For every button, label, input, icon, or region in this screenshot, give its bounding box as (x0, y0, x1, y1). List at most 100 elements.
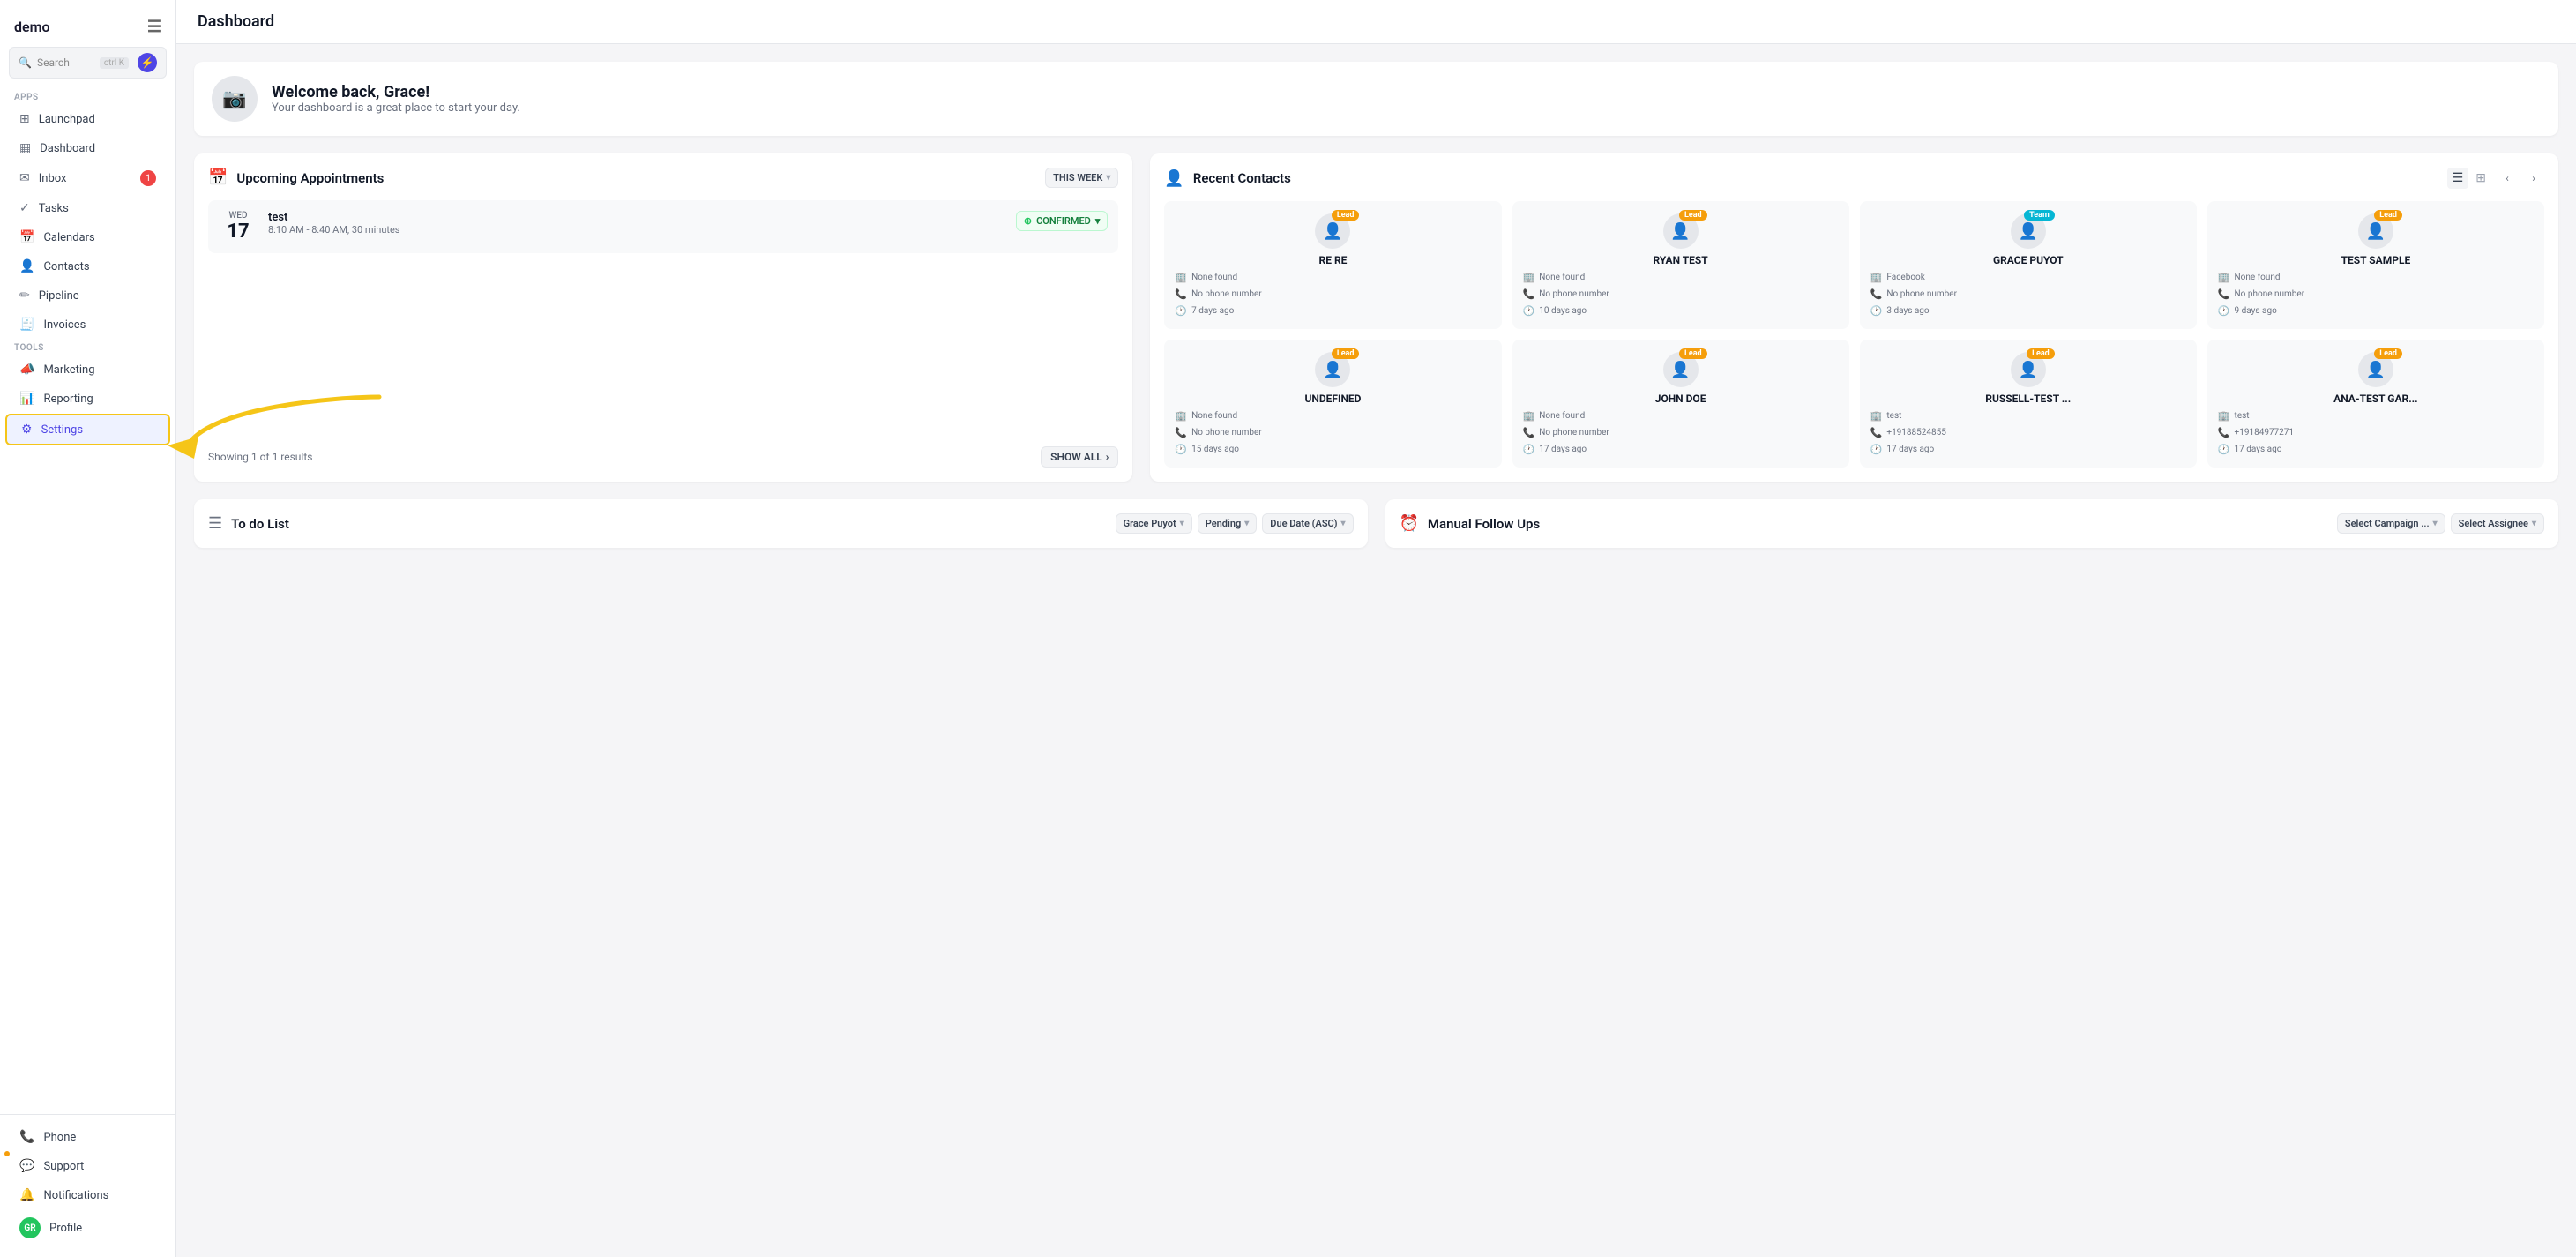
sidebar-item-marketing[interactable]: 📣 Marketing (5, 355, 170, 384)
chevron-down-icon: ▾ (2433, 519, 2438, 528)
sort-filter[interactable]: Due Date (ASC) ▾ (1262, 513, 1353, 534)
contact-phone: 📞 +19184977271 (2218, 427, 2534, 438)
hamburger-icon[interactable]: ☰ (147, 18, 161, 36)
todo-filters: Grace Puyot ▾ Pending ▾ Due Date (ASC) ▾ (1116, 513, 1354, 534)
sidebar-item-label: Support (43, 1160, 84, 1173)
contacts-next-button[interactable]: › (2523, 168, 2544, 189)
dashboard-icon: ▦ (19, 141, 31, 155)
lightning-icon[interactable]: ⚡ (138, 53, 157, 72)
building-icon: 🏢 (1870, 410, 1883, 422)
sidebar-item-phone[interactable]: 📞 Phone (5, 1123, 170, 1151)
sidebar-item-label: Notifications (43, 1189, 108, 1202)
contact-card-anatest[interactable]: 👤 Lead ANA-TEST GAR... 🏢 test 📞 +1918497… (2207, 340, 2544, 468)
status-label: Pending (1206, 518, 1242, 529)
phone-icon: 📞 (1870, 427, 1883, 438)
assignee-label: Select Assignee (2459, 518, 2528, 529)
campaign-filter[interactable]: Select Campaign ... ▾ (2337, 513, 2445, 534)
main-grid-row: 📅 Upcoming Appointments THIS WEEK ▾ WED … (194, 153, 2558, 482)
contact-card-russelltest[interactable]: 👤 Lead RUSSELL-TEST ... 🏢 test 📞 +191885… (1860, 340, 2197, 468)
inbox-badge: 1 (140, 170, 156, 186)
sidebar-item-label: Reporting (43, 393, 93, 406)
clock-icon: 🕐 (2218, 444, 2230, 455)
appointments-actions: THIS WEEK ▾ (1045, 168, 1118, 188)
phone-value: +19188524855 (1886, 428, 1946, 438)
tasks-icon: ✓ (19, 201, 30, 215)
contact-company: 🏢 Facebook (1870, 272, 2186, 283)
contact-avatar-wrap: 👤 Lead (1315, 213, 1350, 249)
contacts-prev-button[interactable]: ‹ (2497, 168, 2518, 189)
support-icon: 💬 (19, 1159, 34, 1173)
contact-card-testsample[interactable]: 👤 Lead TEST SAMPLE 🏢 None found 📞 No pho… (2207, 201, 2544, 329)
contact-name: UNDEFINED (1304, 393, 1361, 405)
sidebar-item-notifications[interactable]: 🔔 Notifications (5, 1181, 170, 1209)
phone-icon: 📞 (19, 1130, 34, 1144)
contacts-header-actions: ☰ ⊞ ‹ › (2447, 168, 2544, 189)
sidebar-item-reporting[interactable]: 📊 Reporting (5, 385, 170, 413)
this-week-filter[interactable]: THIS WEEK ▾ (1045, 168, 1118, 188)
chevron-down-icon: ▾ (2532, 519, 2536, 528)
time-value: 9 days ago (2235, 306, 2277, 316)
notifications-icon: 🔔 (19, 1188, 34, 1202)
sidebar-item-pipeline[interactable]: ✏ Pipeline (5, 281, 170, 310)
sidebar-item-invoices[interactable]: 🧾 Invoices (5, 311, 170, 339)
show-all-button[interactable]: SHOW ALL › (1041, 446, 1118, 468)
page-title: Dashboard (198, 12, 274, 31)
search-icon: 🔍 (19, 56, 32, 69)
building-icon: 🏢 (1523, 410, 1535, 422)
contact-company: 🏢 None found (1175, 410, 1490, 422)
list-view-button[interactable]: ☰ (2447, 168, 2469, 189)
contact-time: 🕐 15 days ago (1175, 444, 1490, 455)
chevron-down-icon: ▾ (1106, 173, 1110, 183)
campaign-label: Select Campaign ... (2345, 518, 2430, 529)
contact-card-ryantest[interactable]: 👤 Lead RYAN TEST 🏢 None found 📞 No phone… (1512, 201, 1849, 329)
sidebar-item-label: Phone (43, 1131, 76, 1144)
sidebar-item-settings[interactable]: ⚙ Settings (5, 414, 170, 445)
welcome-avatar: 📷 (212, 76, 258, 122)
welcome-subtitle: Your dashboard is a great place to start… (272, 101, 520, 115)
sidebar-item-dashboard[interactable]: ▦ Dashboard (5, 134, 170, 162)
invoices-icon: 🧾 (19, 318, 34, 332)
contact-name: RYAN TEST (1653, 254, 1707, 266)
status-filter[interactable]: Pending ▾ (1198, 513, 1258, 534)
appointment-status[interactable]: ⊕ CONFIRMED ▾ (1016, 211, 1109, 231)
calendar-icon: 📅 (208, 168, 228, 187)
sidebar-item-inbox[interactable]: ✉ Inbox 1 (5, 163, 170, 193)
contacts-grid: 👤 Lead RE RE 🏢 None found 📞 No phone num… (1164, 201, 2544, 468)
search-bar[interactable]: 🔍 Search ctrl K ⚡ (9, 47, 167, 79)
time-value: 10 days ago (1539, 306, 1587, 316)
sidebar-item-launchpad[interactable]: ⊞ Launchpad (5, 105, 170, 133)
contact-name: RE RE (1319, 254, 1348, 266)
assignee-filter[interactable]: Select Assignee ▾ (2451, 513, 2544, 534)
apps-section: Apps ⊞ Launchpad ▦ Dashboard ✉ Inbox 1 ✓… (0, 89, 175, 340)
follow-ups-title: Manual Follow Ups (1428, 516, 1540, 532)
contact-card-gracepuyot[interactable]: 👤 Team GRACE PUYOT 🏢 Facebook 📞 No phone… (1860, 201, 2197, 329)
contact-card-undefined[interactable]: 👤 Lead UNDEFINED 🏢 None found 📞 No phone… (1164, 340, 1501, 468)
show-all-label: SHOW ALL (1050, 451, 1102, 463)
sidebar-item-label: Profile (49, 1222, 82, 1235)
contact-badge-lead: Lead (1679, 348, 1707, 359)
appointment-info: test 8:10 AM - 8:40 AM, 30 minutes (268, 211, 1005, 236)
contact-card-johndoe[interactable]: 👤 Lead JOHN DOE 🏢 None found 📞 No phone … (1512, 340, 1849, 468)
sidebar-item-profile[interactable]: GR Profile (5, 1210, 170, 1246)
chevron-right-icon: › (1106, 451, 1109, 463)
contact-company: 🏢 test (2218, 410, 2534, 422)
building-icon: 🏢 (2218, 410, 2230, 422)
contact-time: 🕐 17 days ago (1523, 444, 1839, 455)
sidebar-item-tasks[interactable]: ✓ Tasks (5, 194, 170, 222)
contact-badge-lead: Lead (2374, 348, 2402, 359)
clock-icon: 🕐 (1870, 444, 1883, 455)
assignee-filter[interactable]: Grace Puyot ▾ (1116, 513, 1192, 534)
sidebar-item-support[interactable]: 💬 Support (5, 1152, 170, 1180)
main-body: 📷 Welcome back, Grace! Your dashboard is… (176, 44, 2576, 1257)
grid-view-button[interactable]: ⊞ (2470, 168, 2491, 189)
contacts-section-icon: 👤 (1164, 169, 1183, 188)
sidebar-item-contacts[interactable]: 👤 Contacts (5, 252, 170, 281)
todo-header: ☰ To do List Grace Puyot ▾ Pending ▾ Due… (208, 513, 1354, 534)
contact-phone: 📞 No phone number (1523, 288, 1839, 300)
support-notification-dot (3, 1149, 11, 1158)
sidebar-item-calendars[interactable]: 📅 Calendars (5, 223, 170, 251)
appointment-item[interactable]: WED 17 test 8:10 AM - 8:40 AM, 30 minute… (208, 200, 1118, 253)
contact-card-rere[interactable]: 👤 Lead RE RE 🏢 None found 📞 No phone num… (1164, 201, 1501, 329)
phone-value: No phone number (1191, 428, 1262, 438)
welcome-title: Welcome back, Grace! (272, 83, 520, 101)
